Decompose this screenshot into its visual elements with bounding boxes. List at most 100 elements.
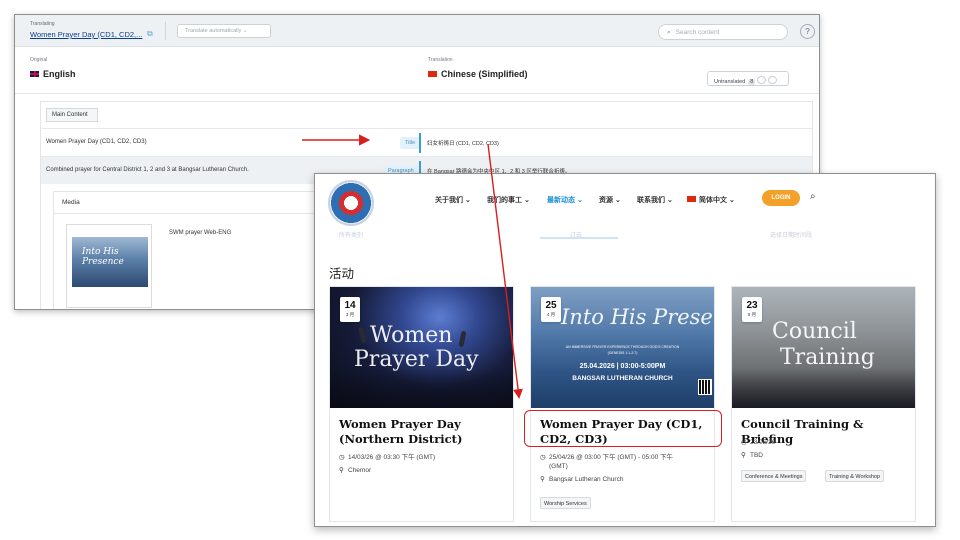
nav-language-label: 简体中文 ⌄ bbox=[699, 197, 735, 204]
nav-contact[interactable]: 联系我们 ⌄ bbox=[637, 195, 673, 205]
event-image-text: Into His Presence bbox=[561, 305, 714, 329]
event-card[interactable]: Into His Presence AN IMMERSIVE PRAYER EX… bbox=[530, 286, 715, 522]
location-pin-icon: ⚲ bbox=[741, 452, 746, 459]
filter-date-range[interactable]: 选择日期时间段 bbox=[770, 230, 812, 239]
website-window: 关于我们 ⌄ 我们的事工 ⌄ 最新动态 ⌄ 资源 ⌄ 联系我们 ⌄ 简体中文 ⌄… bbox=[314, 173, 936, 527]
untranslated-filter[interactable]: Untranslated 8 bbox=[707, 71, 789, 86]
event-datetime-continued: (GMT) bbox=[549, 463, 568, 470]
poster-verse: (GENESIS 1:1-2:7) bbox=[607, 351, 638, 355]
clock-icon: ◷ bbox=[741, 439, 747, 446]
media-section: Media Into His Presence SWM prayer Web-E… bbox=[53, 191, 333, 309]
event-datetime-text: 25/04/26 @ 03:00 下午 (GMT) - 05:00 下午 bbox=[549, 454, 674, 461]
uk-flag-icon bbox=[30, 71, 39, 77]
event-image-text: Women bbox=[370, 323, 453, 348]
event-location-text: Chemor bbox=[348, 467, 372, 474]
translation-language-name: Chinese (Simplified) bbox=[441, 69, 528, 79]
raised-hand bbox=[358, 326, 367, 344]
external-link-icon[interactable]: ⧉ bbox=[147, 29, 153, 39]
event-tag[interactable]: Training & Workshop bbox=[825, 470, 885, 482]
editor-toolbar: Translating Women Prayer Day (CD1, CD2,.… bbox=[15, 15, 819, 47]
next-icon[interactable] bbox=[768, 76, 778, 84]
event-tag[interactable]: Worship Services bbox=[540, 497, 591, 509]
raised-hand bbox=[458, 330, 467, 348]
search-placeholder: Search content bbox=[675, 29, 720, 36]
translating-label: Translating bbox=[30, 21, 55, 27]
login-button[interactable]: LOGIN bbox=[762, 190, 800, 206]
event-month: 4 月 bbox=[546, 312, 556, 317]
clock-icon: ◷ bbox=[339, 454, 345, 461]
china-flag-icon bbox=[687, 196, 696, 202]
poster-date: 25.04.2026 | 03:00-5:00PM bbox=[579, 363, 666, 370]
translate-automatically-label: Translate automatically bbox=[185, 28, 242, 34]
original-label: Original bbox=[30, 57, 48, 63]
help-icon[interactable]: ? bbox=[800, 24, 815, 39]
translate-automatically-button[interactable]: Translate automatically ⌄ bbox=[177, 24, 271, 38]
screenshot-stage: Translating Women Prayer Day (CD1, CD2,.… bbox=[0, 0, 960, 540]
thumbnail-image: Into His Presence bbox=[72, 237, 148, 287]
field-type-tag: Title bbox=[400, 137, 421, 149]
translation-row[interactable]: Women Prayer Day (CD1, CD2, CD3) Title 妇… bbox=[41, 128, 812, 156]
event-location: ⚲ Bangsar Lutheran Church bbox=[540, 475, 623, 484]
previous-icon[interactable] bbox=[757, 76, 767, 84]
event-datetime-text: 14/03/26 @ 03:30 下午 (GMT) bbox=[348, 454, 436, 461]
translation-label: Translation bbox=[428, 57, 453, 63]
row-indicator bbox=[419, 133, 421, 153]
event-tag[interactable]: Conference & Meetings bbox=[741, 470, 807, 482]
china-flag-icon bbox=[428, 71, 437, 77]
filter-category[interactable]: 所有类别 bbox=[339, 230, 363, 239]
target-text[interactable]: 妇女祈祷日 (CD1, CD2, CD3) bbox=[427, 139, 499, 147]
section-title: 活动 bbox=[329, 267, 355, 281]
search-icon[interactable]: ⌕ bbox=[810, 191, 816, 202]
event-location: ⚲ TBD bbox=[741, 451, 763, 460]
event-location-text: TBD bbox=[750, 452, 763, 459]
source-text: Combined prayer for Central District 1, … bbox=[46, 167, 249, 173]
active-filter-underline bbox=[540, 237, 618, 239]
event-day: 23 bbox=[746, 300, 758, 311]
site-header: 关于我们 ⌄ 我们的事工 ⌄ 最新动态 ⌄ 资源 ⌄ 联系我们 ⌄ 简体中文 ⌄… bbox=[315, 174, 935, 230]
event-day: 14 bbox=[344, 300, 356, 311]
language-header: Original English Translation Chinese (Si… bbox=[15, 48, 819, 94]
original-language-name: English bbox=[43, 69, 76, 79]
untranslated-label: Untranslated bbox=[714, 79, 746, 85]
annotation-highlight-box bbox=[524, 410, 722, 447]
poster-subtitle: AN IMMERSIVE PRAYER EXPERIENCE THROUGH G… bbox=[565, 345, 680, 349]
event-month: 3 月 bbox=[345, 312, 355, 317]
nav-resources[interactable]: 资源 ⌄ bbox=[599, 195, 621, 205]
event-datetime: ◷ 25/04/26 @ 03:00 下午 (GMT) - 05:00 下午 bbox=[540, 453, 673, 462]
event-date-badge: 23 5 月 bbox=[742, 297, 762, 322]
location-pin-icon: ⚲ bbox=[339, 467, 344, 474]
original-language: English bbox=[30, 69, 76, 79]
nav-about[interactable]: 关于我们 ⌄ bbox=[435, 195, 471, 205]
church-logo[interactable] bbox=[328, 180, 374, 226]
event-title[interactable]: Women Prayer Day (Northern District) bbox=[339, 417, 509, 447]
clock-icon: ◷ bbox=[540, 454, 546, 461]
thumbnail-text: Into His Presence bbox=[82, 247, 124, 267]
media-heading: Media bbox=[54, 192, 332, 214]
event-datetime: ◷ 23/05/26 bbox=[741, 438, 775, 447]
event-datetime: ◷ 14/03/26 @ 03:30 下午 (GMT) bbox=[339, 453, 435, 462]
translation-language: Chinese (Simplified) bbox=[428, 69, 528, 79]
event-datetime-text: 23/05/26 bbox=[750, 439, 776, 446]
nav-news[interactable]: 最新动态 ⌄ bbox=[547, 195, 583, 205]
media-filename: SWM prayer Web-ENG bbox=[169, 230, 232, 236]
event-month: 5 月 bbox=[747, 312, 757, 317]
event-day: 25 bbox=[545, 300, 557, 311]
search-input[interactable]: ⌕ Search content bbox=[658, 24, 788, 40]
search-icon: ⌕ bbox=[667, 29, 671, 36]
document-link[interactable]: Women Prayer Day (CD1, CD2,... bbox=[30, 30, 142, 39]
event-date-badge: 25 4 月 bbox=[541, 297, 561, 322]
toolbar-divider bbox=[165, 22, 166, 40]
event-card[interactable]: Women Prayer Day 14 3 月 Women Prayer Day … bbox=[329, 286, 514, 522]
nav-language[interactable]: 简体中文 ⌄ bbox=[687, 195, 735, 205]
event-filter-bar: 所有类别 过去 选择日期时间段 bbox=[315, 230, 935, 240]
qr-code bbox=[698, 379, 712, 395]
nav-ministries[interactable]: 我们的事工 ⌄ bbox=[487, 195, 530, 205]
event-location-text: Bangsar Lutheran Church bbox=[549, 476, 624, 483]
media-thumbnail[interactable]: Into His Presence bbox=[66, 224, 152, 308]
location-pin-icon: ⚲ bbox=[540, 476, 545, 483]
event-image-text: Training bbox=[780, 345, 875, 370]
event-date-badge: 14 3 月 bbox=[340, 297, 360, 322]
event-card[interactable]: Council Training 23 5 月 Council Training … bbox=[731, 286, 916, 522]
source-text: Women Prayer Day (CD1, CD2, CD3) bbox=[46, 139, 147, 145]
crowd-silhouette bbox=[330, 368, 513, 408]
